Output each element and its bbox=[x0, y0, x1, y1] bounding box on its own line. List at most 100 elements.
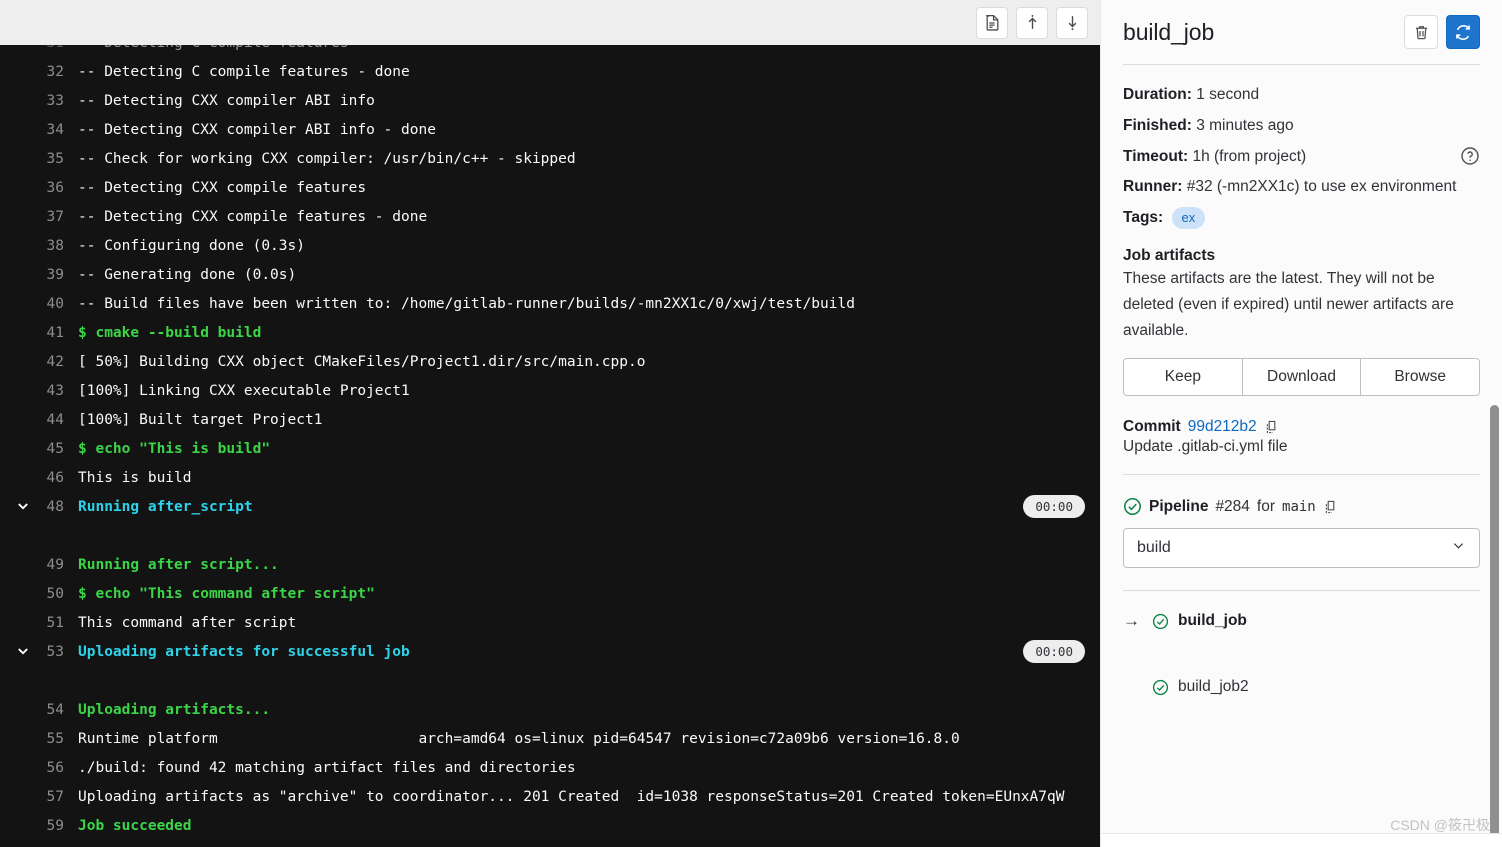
commit-divider bbox=[1123, 474, 1480, 475]
detail-tags: Tags: ex bbox=[1123, 202, 1480, 233]
sidebar-header: build_job bbox=[1123, 8, 1480, 56]
log-line: 44 [100%] Built target Project1 bbox=[0, 406, 1100, 435]
log-line-number: 46 bbox=[46, 470, 64, 486]
detail-runner-value: #32 (-mn2XX1c) to use ex environment bbox=[1182, 178, 1457, 195]
log-line-number: 49 bbox=[46, 557, 64, 573]
log-line: 34 -- Detecting CXX compiler ABI info - d… bbox=[0, 116, 1100, 145]
pipeline-number: #284 bbox=[1215, 497, 1250, 515]
log-line-text: -- Detecting CXX compile features bbox=[78, 180, 367, 196]
log-line: 49 Running after script... bbox=[0, 551, 1100, 580]
erase-job-button[interactable] bbox=[1404, 15, 1438, 49]
log-line-spacer bbox=[0, 522, 1100, 551]
header-divider bbox=[1123, 64, 1480, 65]
log-line-text: $ cmake --build build bbox=[78, 325, 262, 341]
log-line-number: 32 bbox=[46, 64, 64, 80]
job-status-success-icon-2 bbox=[1152, 679, 1169, 696]
job-log-panel: 31-- Detecting C compile features 32 -- De… bbox=[0, 0, 1100, 847]
log-line-number: 55 bbox=[46, 731, 64, 747]
artifacts-description: These artifacts are the latest. They wil… bbox=[1123, 270, 1454, 339]
detail-duration: Duration: 1 second bbox=[1123, 79, 1480, 110]
log-line-number: 34 bbox=[46, 122, 64, 138]
log-line-text: Job succeeded bbox=[78, 818, 192, 834]
log-line-text: -- Detecting CXX compiler ABI info - don… bbox=[78, 122, 436, 138]
stage-select[interactable]: build bbox=[1123, 528, 1480, 568]
detail-finished-value: 3 minutes ago bbox=[1191, 117, 1294, 134]
log-line: 31-- Detecting C compile features bbox=[0, 45, 1100, 58]
log-line-text: -- Detecting CXX compile features - done bbox=[78, 209, 428, 225]
sidebar-job-build-job2[interactable]: → build_job2 bbox=[1123, 672, 1480, 702]
detail-runner-label: Runner: bbox=[1123, 178, 1183, 195]
pipeline-for-text: for bbox=[1256, 497, 1276, 515]
log-line-number: 40 bbox=[46, 296, 64, 312]
log-line-number: 35 bbox=[46, 151, 64, 167]
job-sidebar: build_job Duration: 1 second Finished: 3… bbox=[1100, 0, 1502, 847]
sidebar-scrollbar[interactable] bbox=[1490, 405, 1499, 847]
log-section-duration: 00:00 bbox=[1023, 640, 1085, 663]
job-details: Duration: 1 second Finished: 3 minutes a… bbox=[1123, 79, 1480, 233]
log-line-text: This is build bbox=[78, 470, 192, 486]
scroll-to-bottom-button[interactable] bbox=[1056, 6, 1088, 39]
log-line: 39 -- Generating done (0.0s) bbox=[0, 261, 1100, 290]
raw-log-button[interactable] bbox=[976, 6, 1008, 39]
log-line-text: Uploading artifacts as "archive" to coor… bbox=[78, 789, 1065, 805]
log-line-number: 43 bbox=[46, 383, 64, 399]
log-line: 32 -- Detecting C compile features - done bbox=[0, 58, 1100, 87]
log-line-number: 33 bbox=[46, 93, 64, 109]
log-line-text: This command after script bbox=[78, 615, 297, 631]
chevron-down-icon[interactable] bbox=[14, 642, 32, 660]
log-line-text: -- Detecting CXX compiler ABI info bbox=[78, 93, 375, 109]
log-line-text: [100%] Built target Project1 bbox=[78, 412, 323, 428]
log-line: 33 -- Detecting CXX compiler ABI info bbox=[0, 87, 1100, 116]
pipeline-status-success-icon bbox=[1123, 497, 1142, 516]
job-log-output[interactable]: 31-- Detecting C compile features 32 -- De… bbox=[0, 45, 1100, 847]
log-line-text: -- Check for working CXX compiler: /usr/… bbox=[78, 151, 576, 167]
log-line-text: -- Detecting C compile features - done bbox=[78, 64, 410, 80]
sidebar-job-label-2: build_job2 bbox=[1178, 678, 1249, 695]
log-line: 59 Job succeeded bbox=[0, 812, 1100, 841]
keep-artifacts-button[interactable]: Keep bbox=[1123, 358, 1243, 396]
log-line-text: Uploading artifacts for successful job bbox=[78, 644, 410, 660]
copy-commit-sha-icon[interactable] bbox=[1264, 419, 1280, 435]
log-line-text: -- Build files have been written to: /ho… bbox=[78, 296, 855, 312]
log-line: 53 Uploading artifacts for successful job… bbox=[0, 638, 1100, 667]
pipeline-label: Pipeline bbox=[1149, 497, 1209, 515]
detail-timeout-label: Timeout: bbox=[1123, 148, 1189, 165]
sidebar-job-build-job[interactable]: → build_job bbox=[1123, 606, 1480, 636]
log-line-text: Running after script... bbox=[78, 557, 279, 573]
log-line-number: 31 bbox=[0, 45, 78, 58]
retry-job-button[interactable] bbox=[1446, 15, 1480, 49]
log-line-number: 41 bbox=[46, 325, 64, 341]
browse-artifacts-button[interactable]: Browse bbox=[1361, 358, 1481, 396]
log-line: 42 [ 50%] Building CXX object CMakeFiles/… bbox=[0, 348, 1100, 377]
chevron-down-icon bbox=[1451, 538, 1466, 558]
job-artifacts-section: Job artifacts These artifacts are the la… bbox=[1123, 247, 1481, 396]
log-line-number: 51 bbox=[46, 615, 64, 631]
copy-pipeline-ref-icon[interactable] bbox=[1323, 499, 1339, 515]
log-line-number: 56 bbox=[46, 760, 64, 776]
log-line-number: 57 bbox=[46, 789, 64, 805]
chevron-down-icon[interactable] bbox=[14, 497, 32, 515]
artifacts-title: Job artifacts bbox=[1123, 247, 1216, 264]
log-line: 43 [100%] Linking CXX executable Project1 bbox=[0, 377, 1100, 406]
log-line-text-right: arch=amd64 os=linux pid=64547 revision=c… bbox=[217, 731, 960, 747]
log-lines-container: 31-- Detecting C compile features 32 -- De… bbox=[0, 45, 1100, 841]
pipeline-ref: main bbox=[1282, 498, 1316, 515]
log-line-number: 36 bbox=[46, 180, 64, 196]
scroll-to-top-button[interactable] bbox=[1016, 6, 1048, 39]
log-line-number: 39 bbox=[46, 267, 64, 283]
tag-badge: ex bbox=[1171, 206, 1206, 229]
artifacts-button-group: Keep Download Browse bbox=[1123, 358, 1481, 396]
download-artifacts-button[interactable]: Download bbox=[1242, 358, 1362, 396]
log-line: 54 Uploading artifacts... bbox=[0, 696, 1100, 725]
detail-duration-value: 1 second bbox=[1191, 86, 1260, 103]
commit-sha-link[interactable]: 99d212b2 bbox=[1188, 418, 1257, 436]
log-line: 57 Uploading artifacts as "archive" to co… bbox=[0, 783, 1100, 812]
commit-row: Commit 99d212b2 bbox=[1123, 418, 1480, 436]
help-icon[interactable] bbox=[1460, 146, 1480, 166]
log-line: 48 Running after_script 00:00 bbox=[0, 493, 1100, 522]
log-line-text: ./build: found 42 matching artifact file… bbox=[78, 760, 576, 776]
sidebar-job-label: build_job bbox=[1178, 612, 1247, 629]
log-section-duration: 00:00 bbox=[1023, 495, 1085, 518]
log-line-number: 59 bbox=[46, 818, 64, 834]
log-line: 55 Runtime platform arch=amd64 os=linux p… bbox=[0, 725, 1100, 754]
